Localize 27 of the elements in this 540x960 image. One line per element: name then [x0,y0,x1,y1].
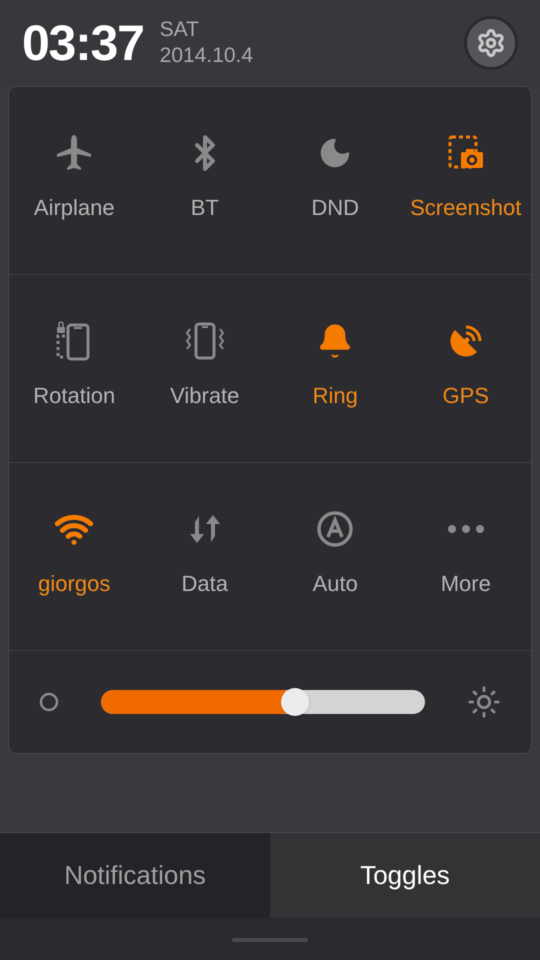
brightness-slider[interactable] [101,690,425,714]
toggle-tile[interactable]: giorgos [9,463,140,650]
slider-thumb[interactable] [281,688,310,716]
toggle-tile[interactable]: More [400,463,531,650]
more-icon [448,525,484,533]
weekday-text: SAT [160,16,200,43]
toggle-tile[interactable]: GPS [400,275,531,462]
toggle-tile[interactable]: BT [140,87,270,274]
toggle-tile[interactable]: Auto [270,463,400,650]
auto-a-icon [316,510,354,548]
tab[interactable]: Notifications [0,833,270,918]
date-text: 2014.10.4 [160,43,254,69]
toggle-tile[interactable]: Vibrate [140,275,270,462]
clock-time: 03:37 [22,18,144,68]
toggle-tile[interactable]: Rotation [9,275,140,462]
tab[interactable]: Toggles [270,833,540,918]
vibrate-icon [184,321,226,361]
bright-sun-icon [467,685,501,719]
toggle-tile[interactable]: DND [270,87,400,274]
toggle-tile[interactable]: Airplane [9,87,140,274]
drag-handle[interactable] [232,938,308,942]
airplane-icon [56,134,92,172]
toggle-tile[interactable]: Data [140,463,270,650]
toggle-tile[interactable]: Ring [270,275,400,462]
dim-brightness-icon [39,692,59,712]
toggle-tile[interactable]: Screenshot [400,87,531,274]
settings-icon [476,28,506,58]
